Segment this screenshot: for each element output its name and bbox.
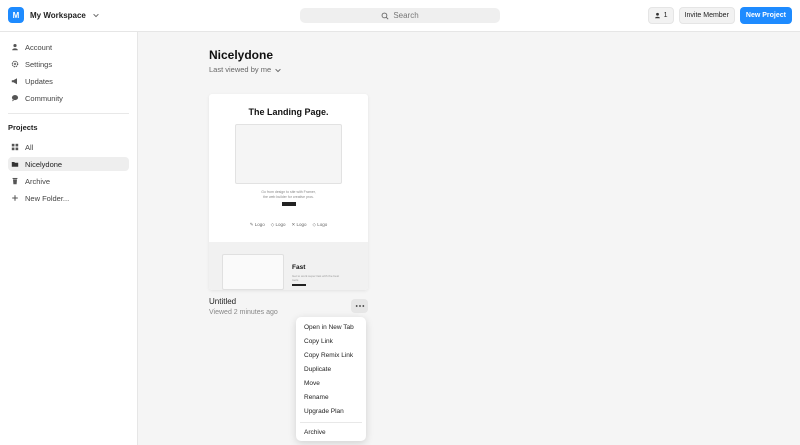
menu-item-duplicate[interactable]: Duplicate — [296, 363, 366, 375]
sidebar-item-nicelydone[interactable]: Nicelydone — [8, 157, 129, 171]
preview-hero-placeholder — [235, 124, 342, 184]
preview-feature-title: Fast — [292, 264, 306, 271]
sidebar-item-account[interactable]: Account — [8, 40, 129, 54]
menu-item-rename[interactable]: Rename — [296, 391, 366, 403]
sidebar-item-archive[interactable]: Archive — [8, 174, 129, 188]
logo-item: ◇ Logo — [312, 222, 328, 227]
trash-icon — [12, 177, 18, 185]
workspace-name: My Workspace — [30, 10, 86, 20]
sidebar-item-settings[interactable]: Settings — [8, 57, 129, 71]
preview-title: The Landing Page. — [248, 107, 329, 117]
sort-label: Last viewed by me — [209, 65, 272, 74]
sidebar-item-updates[interactable]: Updates — [8, 74, 129, 88]
menu-divider — [300, 422, 362, 423]
workspace-avatar: M — [8, 7, 24, 23]
sidebar-item-label: Updates — [25, 76, 53, 86]
sidebar-item-label: Settings — [25, 59, 53, 69]
plus-icon — [12, 195, 18, 201]
sidebar-item-all[interactable]: All — [8, 140, 129, 154]
main-content: Nicelydone Last viewed by me The Landing… — [139, 32, 800, 445]
sidebar-item-community[interactable]: Community — [8, 91, 129, 105]
members-count: 1 — [663, 12, 668, 19]
menu-item-move[interactable]: Move — [296, 377, 366, 389]
project-meta: Viewed 2 minutes ago — [209, 309, 278, 316]
sidebar: Account Settings Updates Community Proje… — [0, 32, 138, 445]
preview-feature-image — [222, 254, 284, 290]
page-title: Nicelydone — [209, 48, 274, 62]
preview-logos: ✎ Logo ◇ Logo ✕ Logo ◇ Logo — [209, 222, 368, 228]
chat-bubble-icon — [11, 95, 19, 102]
workspace-switcher[interactable]: M My Workspace — [8, 7, 100, 23]
members-button[interactable]: 1 — [647, 7, 674, 24]
grid-icon — [11, 143, 19, 151]
chevron-down-icon — [275, 68, 281, 72]
search-icon — [381, 12, 389, 20]
megaphone-icon — [11, 78, 17, 85]
logo-item: ✎ Logo — [249, 222, 265, 227]
preview-feature-text: Get to work super fast with the best too… — [292, 274, 340, 282]
project-name[interactable]: Untitled — [209, 297, 236, 306]
folder-icon — [11, 162, 19, 167]
sidebar-item-label: Community — [25, 93, 63, 103]
sidebar-item-label: Archive — [25, 176, 51, 186]
menu-item-open-new-tab[interactable]: Open in New Tab — [296, 321, 366, 333]
projects-section-title: Projects — [8, 123, 38, 132]
preview-cta — [282, 202, 296, 206]
user-icon — [654, 12, 660, 19]
search-input[interactable]: Search — [300, 8, 500, 23]
sidebar-item-label: All — [25, 142, 34, 152]
menu-item-upgrade-plan[interactable]: Upgrade Plan — [296, 405, 366, 417]
preview-tagline: Go from design to site with Framer, the … — [261, 190, 316, 199]
invite-member-button[interactable]: Invite Member — [678, 7, 735, 24]
top-bar: M My Workspace Search 1 Invite Member Ne… — [0, 0, 800, 32]
sidebar-item-new-folder[interactable]: New Folder... — [8, 191, 129, 205]
ellipsis-icon — [355, 305, 364, 307]
sidebar-item-label: Nicelydone — [25, 159, 63, 169]
project-card[interactable]: The Landing Page. Go from design to site… — [209, 94, 368, 290]
sort-dropdown[interactable]: Last viewed by me — [209, 65, 282, 74]
context-menu: Open in New Tab Copy Link Copy Remix Lin… — [296, 317, 366, 441]
new-project-button[interactable]: New Project — [739, 7, 792, 24]
sidebar-divider — [8, 113, 129, 114]
more-options-button[interactable] — [351, 299, 368, 313]
menu-item-copy-remix-link[interactable]: Copy Remix Link — [296, 349, 366, 361]
logo-item: ◇ Logo — [270, 222, 286, 227]
preview-feature-underline — [292, 284, 306, 286]
sidebar-item-label: New Folder... — [25, 193, 70, 203]
chevron-down-icon — [93, 13, 99, 18]
preview-feature-section: Fast Get to work super fast with the bes… — [209, 242, 368, 290]
logo-item: ✕ Logo — [291, 222, 307, 227]
search-label: Search — [393, 11, 419, 20]
gear-icon — [11, 60, 19, 68]
menu-item-archive[interactable]: Archive — [296, 426, 366, 438]
user-icon — [12, 43, 18, 51]
sidebar-item-label: Account — [25, 42, 53, 52]
menu-item-copy-link[interactable]: Copy Link — [296, 335, 366, 347]
